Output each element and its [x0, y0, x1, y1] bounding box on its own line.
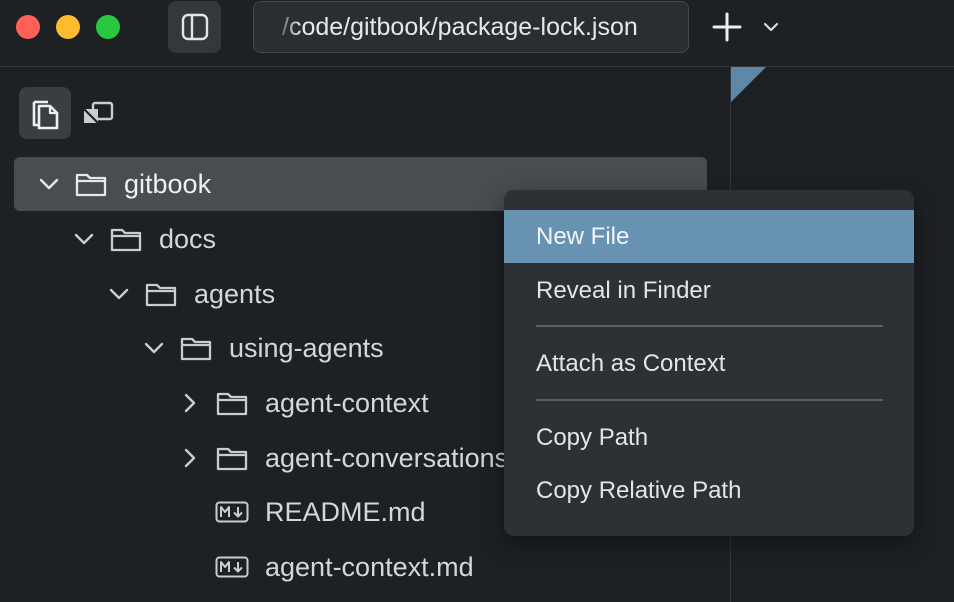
chevron-down-icon: [763, 22, 779, 32]
menu-separator: [536, 325, 883, 327]
files-view-button[interactable]: [19, 87, 71, 139]
chevron-down-icon[interactable]: [106, 281, 132, 307]
markdown-file-icon: [215, 553, 249, 581]
tree-item-docs[interactable]: docs: [71, 212, 216, 266]
editor-tab[interactable]: /code/gitbook/package-lock.json: [253, 1, 689, 53]
tree-item-label: agents: [194, 278, 276, 309]
tree-item-using-agents[interactable]: using-agents: [141, 321, 384, 375]
menu-item-attach-as-context[interactable]: Attach as Context: [504, 337, 914, 390]
layers-icon: [83, 101, 114, 124]
menu-item-reveal-in-finder[interactable]: Reveal in Finder: [504, 264, 914, 317]
tab-title: /code/gitbook/package-lock.json: [282, 12, 638, 41]
menu-separator: [536, 399, 883, 401]
chevron-down-icon[interactable]: [141, 335, 167, 361]
folder-icon: [74, 170, 108, 198]
tree-item-label: docs: [159, 223, 217, 254]
markdown-file-icon: [215, 498, 249, 526]
maximize-window-button[interactable]: [96, 15, 120, 39]
sidebar-toggle-button[interactable]: [168, 1, 221, 53]
tree-item-readme[interactable]: README.md: [177, 485, 426, 539]
folder-icon: [109, 225, 143, 253]
title-bar: /code/gitbook/package-lock.json: [0, 0, 954, 67]
layers-view-button[interactable]: [72, 87, 124, 139]
tab-title-fade: [254, 2, 300, 52]
tree-item-agents[interactable]: agents: [106, 267, 275, 321]
tree-item-label: agent-context: [265, 387, 429, 418]
folder-icon: [144, 280, 178, 308]
sidebar-icon: [181, 13, 208, 41]
tree-item-label: gitbook: [124, 168, 212, 199]
folder-icon: [215, 389, 249, 417]
menu-item-copy-relative-path[interactable]: Copy Relative Path: [504, 464, 914, 517]
menu-item-new-file[interactable]: New File: [504, 210, 914, 263]
new-tab-button[interactable]: [708, 8, 746, 46]
editor-corner-marker: [731, 67, 766, 102]
files-icon: [32, 100, 59, 130]
chevron-right-icon[interactable]: [177, 390, 203, 416]
context-menu: New File Reveal in Finder Attach as Cont…: [504, 190, 914, 536]
folder-icon: [215, 444, 249, 472]
close-window-button[interactable]: [16, 15, 40, 39]
tree-item-agent-context-md[interactable]: agent-context.md: [177, 540, 474, 594]
tab-menu-button[interactable]: [760, 14, 782, 40]
chevron-down-icon[interactable]: [36, 171, 62, 197]
minimize-window-button[interactable]: [56, 15, 80, 39]
chevron-right-icon[interactable]: [177, 445, 203, 471]
tree-item-label: agent-conversations: [265, 442, 509, 473]
plus-icon: [712, 12, 742, 42]
chevron-down-icon[interactable]: [71, 226, 97, 252]
tree-item-label: using-agents: [229, 332, 384, 363]
folder-icon: [179, 334, 213, 362]
tree-item-label: README.md: [265, 496, 426, 527]
tree-item-label: agent-context.md: [265, 551, 474, 582]
menu-item-copy-path[interactable]: Copy Path: [504, 411, 914, 464]
tree-item-agent-conversations[interactable]: agent-conversations: [177, 431, 508, 485]
tree-item-agent-context[interactable]: agent-context: [177, 376, 429, 430]
